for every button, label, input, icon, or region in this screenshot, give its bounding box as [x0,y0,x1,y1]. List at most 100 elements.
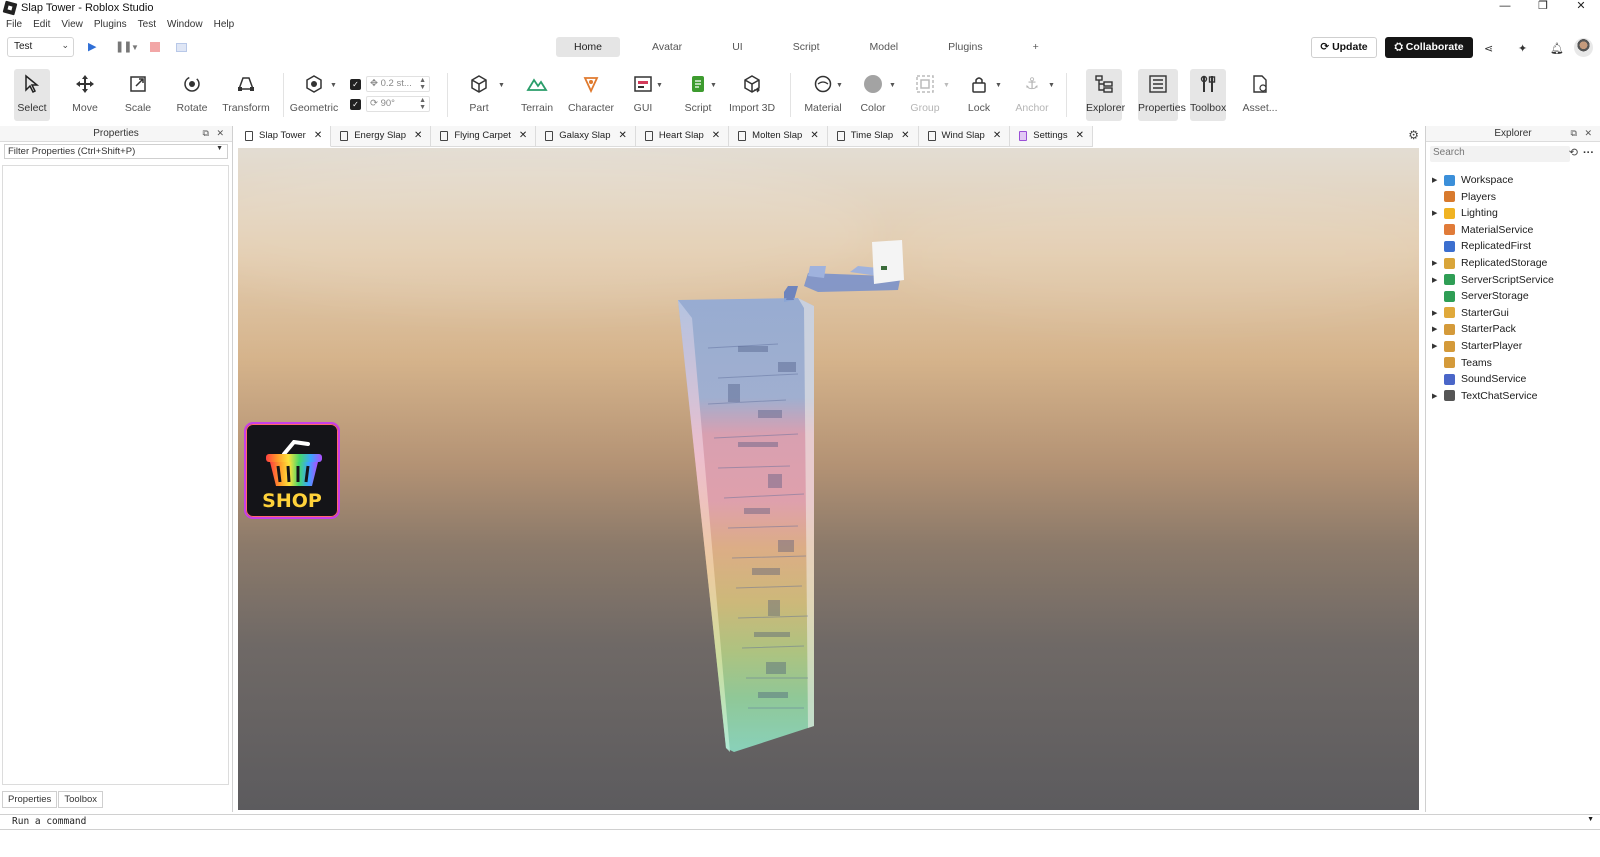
explorer-item-players[interactable]: Players [1432,189,1496,205]
rotate-tool[interactable]: Rotate [172,69,212,121]
checkbox-icon[interactable]: ✓ [350,78,361,90]
chevron-down-icon[interactable]: ▼ [656,82,663,89]
expand-arrow-icon[interactable]: ▶ [1432,392,1444,400]
anchor-tool[interactable]: ⚓︎ Anchor [1012,69,1052,121]
chevron-down-icon[interactable]: ▼ [498,82,505,89]
chevron-down-icon[interactable]: ▼ [710,82,717,89]
explorer-item-starterpack[interactable]: ▶ StarterPack [1432,321,1516,337]
close-icon[interactable]: ✕ [1076,126,1084,146]
explorer-item-lighting[interactable]: ▶ Lighting [1432,205,1498,221]
select-tool[interactable]: Select [14,69,50,121]
explorer-item-replicatedstorage[interactable]: ▶ ReplicatedStorage [1432,255,1547,271]
explorer-search-input[interactable]: Search ⟲ [1430,146,1578,162]
pause-icon[interactable]: ❚❚ [115,40,132,53]
stop-icon[interactable] [150,42,160,52]
close-icon[interactable]: ✕ [712,126,720,146]
checkbox-icon[interactable]: ✓ [350,98,361,110]
mode-select[interactable]: Test ⌄ [7,37,74,57]
tab-script[interactable]: Script [775,37,838,57]
explorer-item-serverstorage[interactable]: ServerStorage [1432,288,1529,304]
rotate-snap[interactable]: ✓ ⟳ 90° ▲ ▼ [350,95,436,113]
update-button[interactable]: ⟳ Update [1311,37,1377,58]
explorer-toggle[interactable]: Explorer [1086,69,1125,121]
scale-tool[interactable]: Scale [120,69,156,121]
material-tool[interactable]: Material [800,69,846,121]
menu-test[interactable]: Test [138,19,156,30]
doc-tab-molten-slap[interactable]: Molten Slap ✕ [729,126,828,147]
viewport-settings-gear-icon[interactable]: ⚙︎ [1408,128,1419,142]
explorer-item-textchatservice[interactable]: ▶ TextChatService [1432,388,1537,404]
screen-icon[interactable] [176,43,187,52]
doc-tab-heart-slap[interactable]: Heart Slap ✕ [635,126,730,147]
explorer-item-startergui[interactable]: ▶ StarterGui [1432,305,1509,321]
expand-arrow-icon[interactable]: ▶ [1432,259,1444,267]
share-icon[interactable]: ⋖ [1484,42,1493,55]
explorer-item-workspace[interactable]: ▶ Workspace [1432,172,1513,188]
add-tab-button[interactable]: + [1015,37,1057,57]
spinner-icon[interactable]: ▲ ▼ [419,97,426,111]
doc-tab-wind-slap[interactable]: Wind Slap ✕ [918,126,1011,147]
notification-bell-icon[interactable]: 🔔︎ [1550,42,1564,55]
shop-button[interactable]: SHOP [244,422,340,519]
expand-arrow-icon[interactable]: ▶ [1432,209,1444,217]
group-tool[interactable]: Group [906,69,944,121]
close-icon[interactable]: ✕ [519,126,527,146]
close-icon[interactable]: ✕ [314,126,322,146]
expand-arrow-icon[interactable]: ▶ [1432,325,1444,333]
chevron-down-icon[interactable]: ▼ [1587,816,1594,823]
collaborate-button[interactable]: ⛭ Collaborate [1385,37,1473,58]
close-window-button[interactable]: ✕ [1562,0,1600,14]
close-icon[interactable]: ✕ [993,126,1001,146]
doc-tab-flying-carpet[interactable]: Flying Carpet ✕ [431,126,537,147]
close-icon[interactable]: ✕ [810,126,818,146]
explorer-item-serverscriptservice[interactable]: ▶ ServerScriptService [1432,272,1554,288]
chevron-down-icon[interactable]: ▼ [889,82,896,89]
doc-tab-settings[interactable]: Settings ✕ [1010,126,1093,147]
filter-properties-input[interactable]: Filter Properties (Ctrl+Shift+P) ▼ [4,144,228,159]
asset-manager-toggle[interactable]: Asset... [1242,69,1278,121]
close-icon[interactable]: ✕ [1584,128,1592,138]
close-icon[interactable]: ✕ [619,126,627,146]
doc-tab-slap-tower[interactable]: Slap Tower ✕ [236,126,332,147]
tab-plugins[interactable]: Plugins [930,37,1000,57]
maximize-button[interactable]: ❐ [1524,0,1562,14]
menu-file[interactable]: File [6,19,22,30]
avatar[interactable] [1574,38,1593,57]
chevron-down-icon[interactable]: ▼ [330,82,337,89]
part-tool[interactable]: Part [462,69,496,121]
geometric-tool[interactable]: Geometric [288,69,340,121]
menu-window[interactable]: Window [167,19,203,30]
tab-avatar[interactable]: Avatar [634,37,700,57]
script-tool[interactable]: Script [678,69,718,121]
chevron-down-icon[interactable]: ▼ [1048,82,1055,89]
terrain-tool[interactable]: Terrain [518,69,556,121]
play-icon[interactable]: ▶ [88,40,96,53]
undock-icon[interactable]: ⧉ [1571,128,1577,138]
command-input[interactable]: Run a command [4,816,1594,829]
close-icon[interactable]: ✕ [901,126,909,146]
tab-toolbox[interactable]: Toolbox [58,791,104,808]
character-tool[interactable]: Character [566,69,616,121]
spinner-icon[interactable]: ▲ ▼ [419,77,426,91]
expand-arrow-icon[interactable]: ▶ [1432,276,1444,284]
explorer-item-starterplayer[interactable]: ▶ StarterPlayer [1432,338,1522,354]
explorer-item-replicatedfirst[interactable]: ReplicatedFirst [1432,238,1531,254]
close-icon[interactable]: ✕ [216,128,224,138]
tab-home[interactable]: Home [556,37,621,57]
doc-tab-time-slap[interactable]: Time Slap ✕ [827,126,919,147]
tab-ui[interactable]: UI [714,37,761,57]
slap-tower-model[interactable] [238,148,1419,810]
move-snap[interactable]: ✓ ✥ 0.2 st... ▲ ▼ [350,75,436,93]
chevron-down-icon[interactable]: ▼ [131,43,139,52]
undock-icon[interactable]: ⧉ [203,128,209,138]
menu-help[interactable]: Help [214,19,235,30]
menu-plugins[interactable]: Plugins [94,19,127,30]
tab-properties[interactable]: Properties [2,791,58,808]
properties-toggle[interactable]: Properties [1138,69,1186,121]
explorer-item-materialservice[interactable]: MaterialService [1432,222,1533,238]
doc-tab-energy-slap[interactable]: Energy Slap ✕ [331,126,432,147]
3d-viewport[interactable]: SHOP [238,148,1419,810]
explorer-item-teams[interactable]: Teams [1432,355,1492,371]
more-options-icon[interactable]: ··· [1583,147,1594,159]
doc-tab-galaxy-slap[interactable]: Galaxy Slap ✕ [536,126,636,147]
